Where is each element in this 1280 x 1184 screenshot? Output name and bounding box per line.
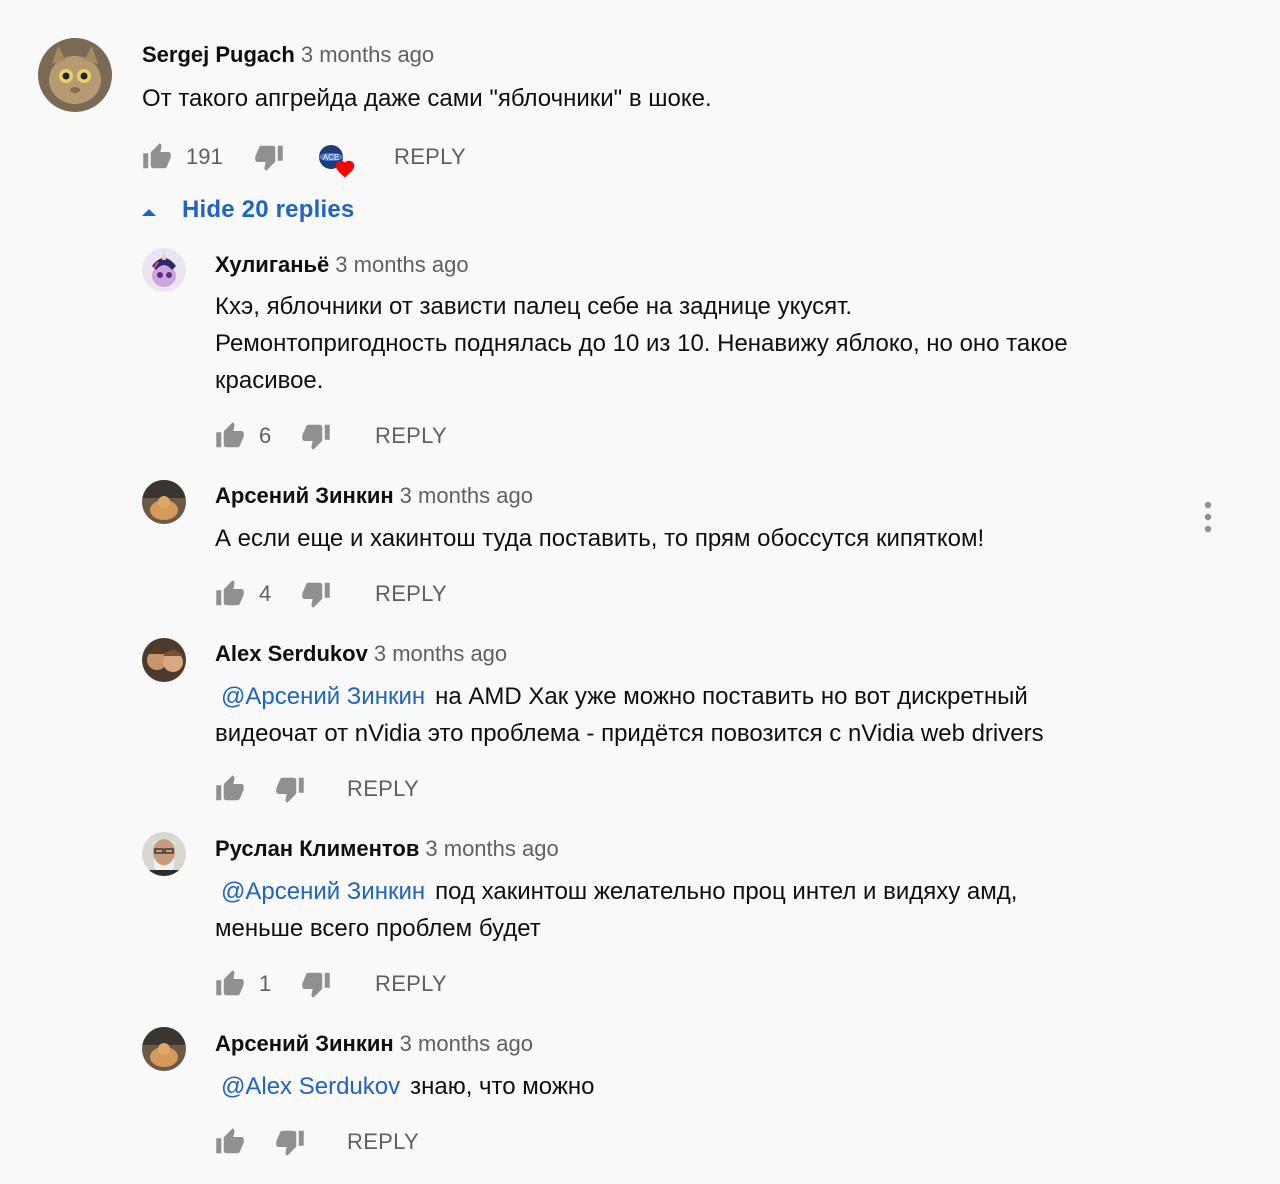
comment-text: @Alex Serdukov знаю, что можно (215, 1068, 1195, 1105)
reply-button[interactable]: REPLY (347, 776, 419, 802)
thumb-down-icon[interactable] (275, 774, 305, 804)
thumb-down-icon[interactable] (301, 421, 331, 451)
comment-actions: REPLY (215, 1125, 515, 1161)
comment-author[interactable]: Руслан Климентов (215, 836, 419, 861)
heart-icon (335, 160, 355, 178)
comment-actions: 4 REPLY (215, 577, 515, 613)
like-count: 191 (186, 144, 223, 169)
comment-actions: REPLY (215, 772, 515, 808)
people-photo-avatar-icon (142, 638, 186, 682)
caret-up-icon (142, 209, 156, 216)
comment-text-line: @Арсений Зинкин под хакинтош желательно п… (215, 873, 1195, 910)
comment-text-segment: под хакинтош желательно проц интел и вид… (435, 878, 1018, 905)
user-mention-link[interactable]: @Арсений Зинкин (221, 683, 425, 710)
comment-author[interactable]: Хулиганьё (215, 252, 329, 277)
like-count: 6 (259, 423, 272, 448)
comment-text-line: От такого апгрейда даже сами "яблочники"… (142, 85, 712, 112)
comment-author[interactable]: Арсений Зинкин (215, 1031, 394, 1056)
comment-text-line: А если еще и хакинтош туда поставить, то… (215, 525, 985, 552)
like-count: 1 (259, 971, 272, 996)
thumb-up-icon[interactable] (215, 1127, 245, 1157)
comment-author[interactable]: Sergej Pugach (142, 42, 295, 67)
cat-avatar-icon (38, 38, 112, 112)
comment-text-line: Ремонтопригодность поднялась до 10 из 10… (215, 330, 1068, 357)
thumb-down-icon[interactable] (254, 142, 284, 172)
comment-timestamp[interactable]: 3 months ago (400, 1031, 533, 1056)
more-options-icon[interactable] (1196, 500, 1220, 534)
user-mention-link[interactable]: @Арсений Зинкин (221, 878, 425, 905)
reply-button[interactable]: REPLY (375, 423, 447, 449)
comment-timestamp[interactable]: 3 months ago (374, 641, 507, 666)
avatar[interactable] (142, 1027, 186, 1071)
comment-timestamp[interactable]: 3 months ago (335, 252, 468, 277)
comment-text-line: видеочат от nVidia это проблема - придёт… (215, 720, 1044, 747)
comment-timestamp[interactable]: 3 months ago (425, 836, 558, 861)
comment-actions: 1 REPLY (215, 967, 515, 1003)
comment-author[interactable]: Арсений Зинкин (215, 483, 394, 508)
comment-text-line: Кхэ, яблочники от зависти палец себе на … (215, 293, 853, 320)
comment-text: От такого апгрейда даже сами "яблочники"… (142, 80, 1122, 117)
hide-replies-label[interactable]: Hide 20 replies (182, 196, 354, 224)
like-count: 4 (259, 581, 272, 606)
thumb-up-icon[interactable] (142, 142, 172, 172)
thumb-up-icon[interactable] (215, 421, 245, 451)
thumb-up-icon[interactable] (215, 579, 245, 609)
pony-avatar-icon (142, 248, 186, 292)
creator-heart-badge: ACE (318, 142, 358, 178)
comment-text: Кхэ, яблочники от зависти палец себе на … (215, 288, 1195, 399)
user-mention-link[interactable]: @Alex Serdukov (221, 1073, 400, 1100)
thumb-up-icon[interactable] (215, 774, 245, 804)
avatar[interactable] (142, 480, 186, 524)
thumb-down-icon[interactable] (301, 969, 331, 999)
cat-photo-avatar-icon (142, 480, 186, 524)
thumb-up-icon[interactable] (215, 969, 245, 999)
reply-button[interactable]: REPLY (347, 1129, 419, 1155)
reply-button[interactable]: REPLY (375, 581, 447, 607)
comment-text-segment: знаю, что можно (410, 1073, 595, 1100)
comment-text-line: @Alex Serdukov знаю, что можно (215, 1068, 1195, 1105)
reply-button[interactable]: REPLY (394, 144, 466, 170)
comment-author[interactable]: Alex Serdukov (215, 641, 368, 666)
cat-photo-avatar-icon (142, 1027, 186, 1071)
reply-button[interactable]: REPLY (375, 971, 447, 997)
comment-text: @Арсений Зинкин на AMD Хак уже можно пост… (215, 678, 1195, 752)
avatar[interactable] (142, 248, 186, 292)
comment-timestamp[interactable]: 3 months ago (400, 483, 533, 508)
comment-text-line: @Арсений Зинкин на AMD Хак уже можно пост… (215, 678, 1195, 715)
comment-actions: 6 REPLY (215, 419, 515, 455)
avatar[interactable] (38, 38, 112, 112)
comment-text-line: меньше всего проблем будет (215, 915, 541, 942)
comment-text: А если еще и хакинтош туда поставить, то… (215, 520, 1195, 557)
comment-text: @Арсений Зинкин под хакинтош желательно п… (215, 873, 1195, 947)
comment-timestamp[interactable]: 3 months ago (301, 42, 434, 67)
avatar[interactable] (142, 638, 186, 682)
thumb-down-icon[interactable] (301, 579, 331, 609)
comment-text-line: красивое. (215, 367, 324, 394)
man-photo-avatar-icon (142, 832, 186, 876)
comment-text-segment: на AMD Хак уже можно поставить но вот ди… (435, 683, 1028, 710)
thumb-down-icon[interactable] (275, 1127, 305, 1157)
avatar[interactable] (142, 832, 186, 876)
